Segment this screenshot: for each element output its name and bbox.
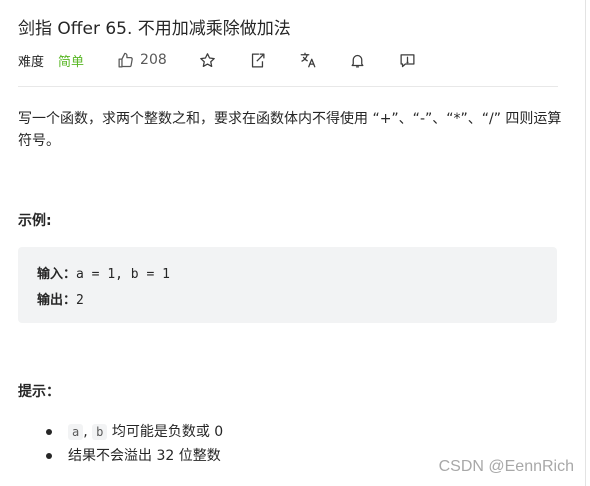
bullet [46, 429, 52, 435]
bullet [46, 453, 52, 459]
problem-title: 剑指 Offer 65. 不用加减乘除做加法 [18, 19, 291, 39]
tips-list: a, b 均可能是负数或 0 结果不会溢出 32 位整数 [46, 420, 223, 468]
input-value: a = 1, b = 1 [76, 267, 170, 282]
bell-icon[interactable] [349, 51, 367, 69]
output-label: 输出： [37, 293, 77, 308]
inline-code: b [92, 424, 108, 440]
like-button[interactable]: 208 [116, 51, 167, 69]
problem-description: 写一个函数，求两个整数之和，要求在函数体内不得使用 “+”、“-”、“*”、“/… [18, 111, 562, 149]
example-heading: 示例: [18, 213, 52, 229]
watermark: CSDN @EennRich [438, 458, 574, 475]
problem-page: 剑指 Offer 65. 不用加减乘除做加法 难度 简单 208 写一个函数，求… [0, 0, 590, 486]
share-icon[interactable] [249, 51, 267, 69]
list-item: 结果不会溢出 32 位整数 [46, 444, 223, 468]
output-value: 2 [76, 293, 84, 308]
tip-text-2: 结果不会溢出 32 位整数 [68, 448, 221, 464]
star-icon[interactable] [199, 51, 217, 69]
tip-text: a, b 均可能是负数或 0 [68, 424, 223, 440]
tip-text-1: 均可能是负数或 0 [111, 424, 224, 440]
inline-code: a [68, 424, 84, 440]
like-count: 208 [140, 52, 167, 68]
panel-border [585, 0, 586, 486]
separator: , [83, 424, 88, 440]
example-input-line: 输入：a = 1, b = 1 [37, 263, 170, 282]
input-label: 输入： [37, 267, 77, 282]
header-divider [18, 86, 558, 87]
tips-heading: 提示： [18, 384, 60, 400]
example-output-line: 输出：2 [37, 289, 84, 308]
example-code-block: 输入：a = 1, b = 1 输出：2 [18, 247, 557, 323]
feedback-icon[interactable] [399, 51, 417, 69]
difficulty-label: 难度 [18, 54, 45, 70]
thumb-up-icon [116, 51, 134, 69]
list-item: a, b 均可能是负数或 0 [46, 420, 223, 444]
translate-icon[interactable] [299, 51, 317, 69]
problem-meta-row: 难度 简单 208 [18, 50, 417, 70]
difficulty-badge: 简单 [58, 54, 85, 70]
